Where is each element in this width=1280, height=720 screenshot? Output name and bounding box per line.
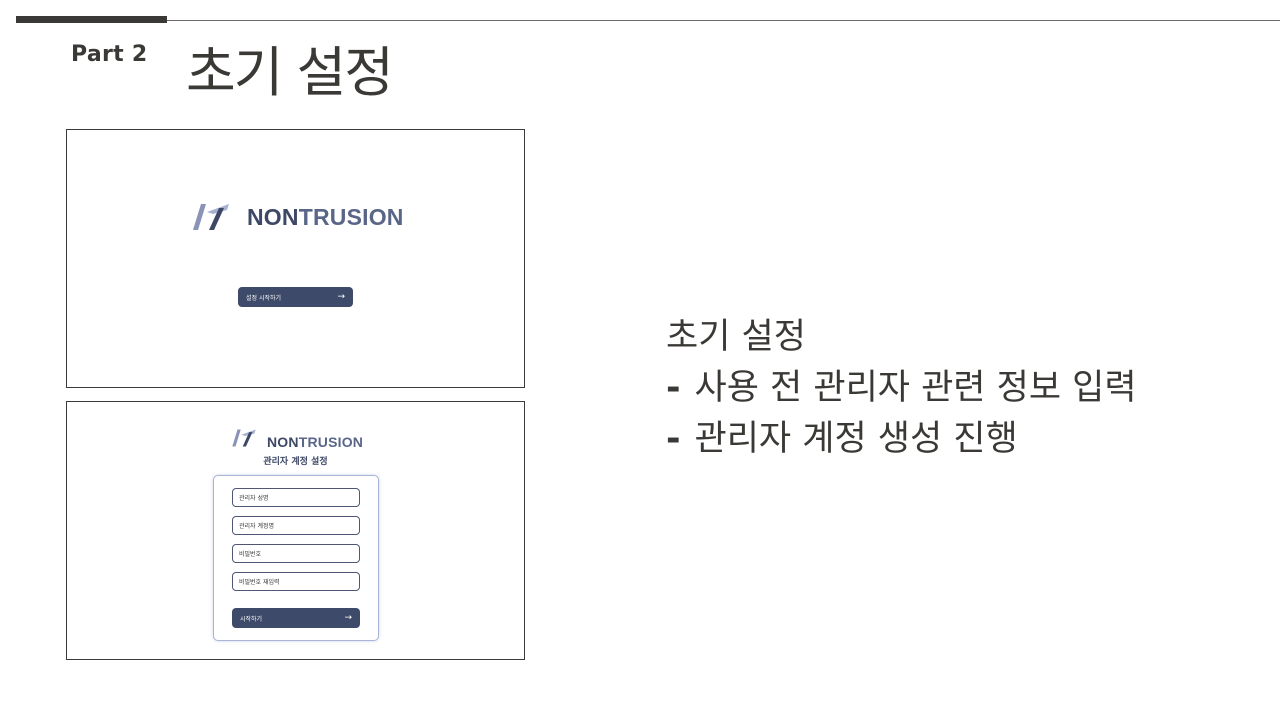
header-rule: [167, 20, 1280, 21]
header-accent-bar: [16, 16, 167, 23]
screenshot-admin-setup: NONTRUSION 관리자 계정 설정 관리자 성명 관리자 계정명 비밀번호…: [66, 401, 525, 660]
bullet-text: 관리자 계정 생성 진행: [694, 419, 1018, 459]
nontrusion-logo: NONTRUSION: [191, 202, 404, 232]
screenshot-setup-start: NONTRUSION 설정 시작하기 →: [66, 129, 525, 388]
slide-title: 초기 설정: [186, 41, 394, 104]
form-subtitle: 관리자 계정 설정: [263, 457, 328, 467]
arrow-right-icon: →: [344, 613, 352, 623]
part-label: Part 2: [71, 42, 148, 67]
logo-text-non: NON: [247, 203, 299, 230]
password-field[interactable]: 비밀번호: [232, 544, 360, 563]
description-bullet: - 사용 전 관리자 관련 정보 입력: [666, 363, 1137, 414]
logo-mark-icon: [232, 429, 256, 447]
start-setup-label: 설정 시작하기: [246, 294, 282, 302]
start-button[interactable]: 시작하기 →: [232, 608, 360, 628]
bullet-dash: -: [666, 419, 681, 459]
bullet-dash: -: [666, 368, 681, 408]
description-heading: 초기 설정: [666, 317, 806, 357]
description-block: 초기 설정 - 사용 전 관리자 관련 정보 입력 - 관리자 계정 생성 진행: [666, 312, 1137, 465]
logo-wordmark: NONTRUSION: [247, 204, 404, 231]
logo-wordmark: NONTRUSION: [267, 434, 363, 450]
admin-name-field[interactable]: 관리자 성명: [232, 488, 360, 507]
password-confirm-field[interactable]: 비밀번호 재입력: [232, 572, 360, 591]
start-setup-button[interactable]: 설정 시작하기 →: [238, 287, 353, 307]
nontrusion-logo: NONTRUSION: [231, 426, 363, 450]
admin-form-card: 관리자 성명 관리자 계정명 비밀번호 비밀번호 재입력 시작하기 →: [213, 475, 379, 641]
description-bullet: - 관리자 계정 생성 진행: [666, 414, 1137, 465]
bullet-text: 사용 전 관리자 관련 정보 입력: [694, 368, 1137, 408]
logo-text-trusion: TRUSION: [298, 434, 364, 450]
logo-text-non: NON: [267, 434, 299, 450]
logo-text-trusion: TRUSION: [298, 203, 404, 230]
logo-mark-icon: [193, 204, 229, 230]
start-button-label: 시작하기: [240, 615, 263, 623]
admin-account-field[interactable]: 관리자 계정명: [232, 516, 360, 535]
arrow-right-icon: →: [337, 292, 345, 302]
